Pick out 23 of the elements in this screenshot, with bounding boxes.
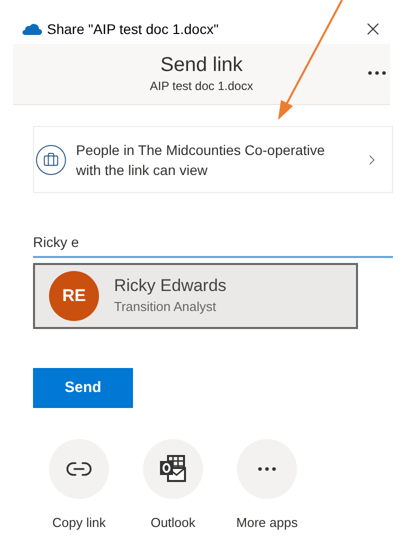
recipient-field[interactable]: Ricky e: [33, 227, 393, 258]
contact-role: Transition Analyst: [114, 298, 218, 316]
header-title: Send link: [160, 53, 243, 77]
link-permission-card[interactable]: People in The Midcounties Co-operative with the link can view: [33, 126, 393, 193]
contact-name: Ricky Edwards: [114, 275, 226, 298]
share-target-button[interactable]: Copy link: [49, 439, 109, 532]
window-title: Share "AIP test doc 1.docx": [47, 20, 219, 38]
permission-text: People in The Midcounties Co-operative with the link can view: [76, 140, 326, 180]
more-options-icon: [368, 71, 386, 75]
share-target-label: More apps: [236, 514, 298, 532]
send-button[interactable]: Send: [33, 368, 133, 408]
cloud-icon: [20, 22, 42, 36]
avatar: RE: [49, 271, 99, 321]
share-target-label: Copy link: [52, 514, 106, 532]
more-icon: [258, 467, 276, 471]
more-options-button[interactable]: [367, 70, 387, 76]
briefcase-icon: [36, 144, 66, 174]
header-subtitle: AIP test doc 1.docx: [150, 78, 254, 95]
suggestion-item[interactable]: RE Ricky Edwards Transition Analyst: [33, 263, 358, 329]
mail-grid-icon: [158, 455, 188, 483]
share-target-label: Outlook: [150, 514, 196, 532]
share-target-button[interactable]: More apps: [237, 439, 297, 532]
share-target-button[interactable]: Outlook: [143, 439, 203, 532]
